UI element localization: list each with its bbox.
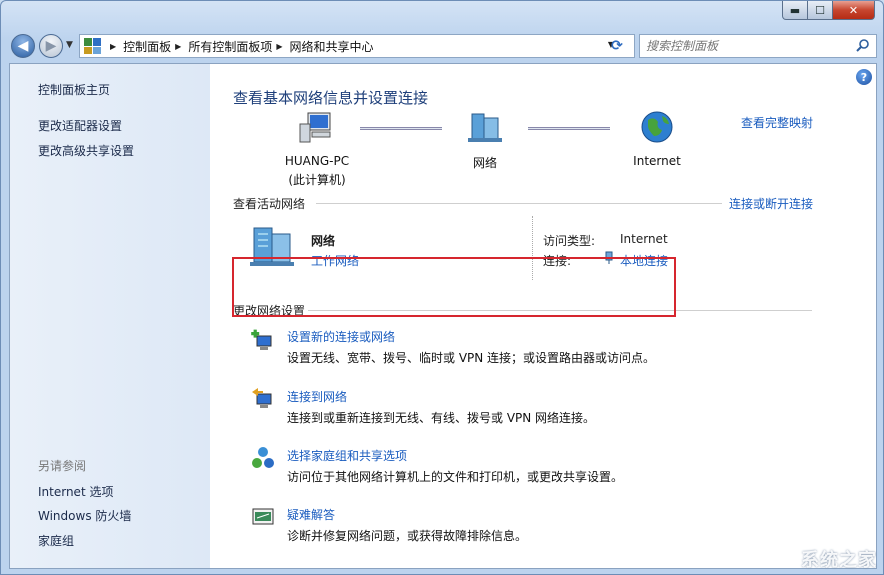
section-divider (316, 203, 722, 204)
computer-name: HUANG-PC (284, 154, 350, 168)
connect-network-icon (252, 388, 272, 408)
page-title: 查看基本网络信息并设置连接 (233, 89, 429, 107)
close-button[interactable]: ✕ (833, 1, 875, 20)
window-frame: ▬ ☐ ✕ ◀ ▶ ▼ ▶ 控制面板 ▶ 所有控制面板项 ▶ 网络和共享中心 ▼… (0, 0, 884, 575)
task-connect-network-desc: 连接到或重新连接到无线、有线、拨号或 VPN 网络连接。 (287, 411, 596, 425)
task-troubleshoot-link[interactable]: 疑难解答 (287, 506, 335, 523)
computer-icon (299, 112, 331, 143)
caption-buttons: ▬ ☐ ✕ (782, 1, 875, 20)
minimize-button[interactable]: ▬ (782, 1, 808, 20)
forward-button[interactable]: ▶ (39, 34, 63, 58)
task-setup-connection-desc: 设置无线、宽带、拨号、临时或 VPN 连接；或设置路由器或访问点。 (287, 351, 656, 365)
sidebar-item-internet-options[interactable]: Internet 选项 (38, 483, 113, 500)
search-icon[interactable] (856, 38, 870, 52)
sidebar-item-advanced-sharing[interactable]: 更改高级共享设置 (38, 142, 134, 159)
connect-disconnect-link[interactable]: 连接或断开连接 (729, 195, 813, 212)
task-homegroup-desc: 访问位于其他网络计算机上的文件和打印机，或更改共享设置。 (287, 470, 624, 484)
computer-sub-label: (此计算机) (288, 173, 346, 187)
help-icon[interactable]: ? (856, 69, 872, 85)
address-bar[interactable]: ▶ 控制面板 ▶ 所有控制面板项 ▶ 网络和共享中心 ▼ (79, 34, 635, 58)
active-network-name: 网络 (311, 234, 336, 248)
navigation-bar: ◀ ▶ ▼ ▶ 控制面板 ▶ 所有控制面板项 ▶ 网络和共享中心 ▼ ⟳ (9, 33, 877, 59)
internet-globe-icon (641, 111, 673, 143)
task-connect-network-link[interactable]: 连接到网络 (287, 388, 347, 405)
sidebar-item-windows-firewall[interactable]: Windows 防火墙 (38, 507, 131, 524)
breadcrumb-item[interactable]: 控制面板 (123, 38, 171, 55)
breadcrumb-arrow-icon[interactable]: ▶ (175, 42, 181, 51)
recent-pages-chevron-icon[interactable]: ▼ (66, 40, 73, 50)
active-networks-heading: 查看活动网络 (233, 197, 306, 211)
map-connector-line (528, 127, 610, 130)
map-connector-line (360, 127, 442, 130)
control-panel-icon (84, 38, 101, 54)
search-box[interactable] (639, 34, 877, 58)
new-connection-icon (251, 329, 272, 350)
see-also-heading: 另请参阅 (38, 459, 87, 473)
internet-label: Internet (633, 154, 681, 168)
back-button[interactable]: ◀ (11, 34, 35, 58)
search-input[interactable] (646, 39, 846, 53)
breadcrumb-arrow-icon[interactable]: ▶ (276, 42, 282, 51)
sidebar-item-change-adapter-settings[interactable]: 更改适配器设置 (38, 117, 122, 134)
highlight-box (232, 257, 676, 317)
access-type-value: Internet (620, 232, 668, 246)
breadcrumb-item[interactable]: 网络和共享中心 (290, 38, 374, 55)
sidebar-item-control-panel-home[interactable]: 控制面板主页 (38, 81, 110, 98)
network-icon (468, 113, 502, 142)
watermark-logo: 系统之家 (801, 550, 877, 571)
maximize-button[interactable]: ☐ (808, 1, 833, 20)
task-homegroup-link[interactable]: 选择家庭组和共享选项 (287, 447, 407, 464)
breadcrumb-item[interactable]: 所有控制面板项 (188, 38, 272, 55)
homegroup-icon (252, 447, 274, 468)
sidebar-item-homegroup[interactable]: 家庭组 (38, 532, 74, 549)
task-troubleshoot-desc: 诊断并修复网络问题，或获得故障排除信息。 (287, 529, 528, 543)
refresh-icon[interactable]: ⟳ (605, 34, 629, 58)
breadcrumb-arrow-icon[interactable]: ▶ (110, 42, 116, 51)
access-type-label: 访问类型: (543, 234, 596, 248)
network-label: 网络 (472, 156, 497, 170)
troubleshoot-icon (252, 508, 274, 525)
view-full-map-link[interactable]: 查看完整映射 (741, 114, 813, 131)
sidebar: 控制面板主页 更改适配器设置 更改高级共享设置 另请参阅 Internet 选项… (10, 64, 210, 568)
task-setup-connection-link[interactable]: 设置新的连接或网络 (287, 328, 395, 345)
